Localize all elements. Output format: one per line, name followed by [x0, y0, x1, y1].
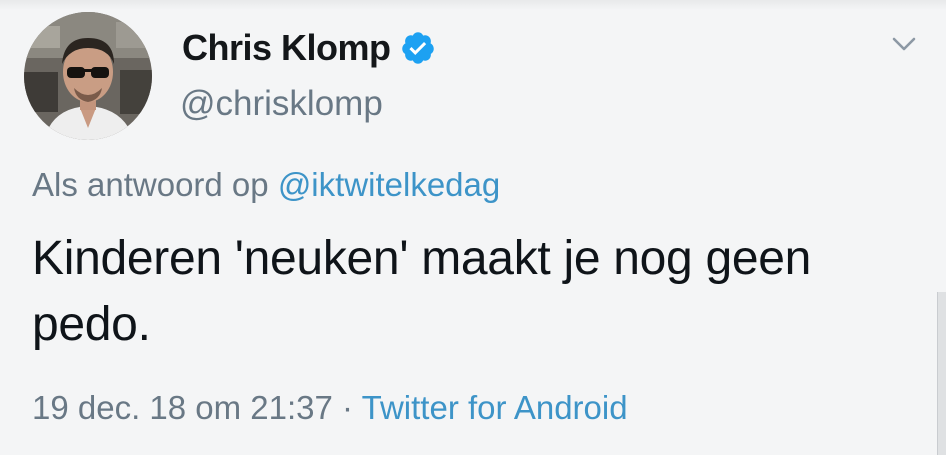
display-name[interactable]: Chris Klomp	[182, 27, 391, 69]
author-row: Chris Klomp	[182, 24, 436, 72]
tweet-card: Chris Klomp @chrisklomp Als antwoord op …	[0, 0, 946, 455]
top-divider	[0, 0, 946, 10]
tweet-timestamp[interactable]: 19 dec. 18 om 21:37	[32, 389, 333, 426]
reply-prefix: Als antwoord op	[32, 166, 278, 203]
scrollbar[interactable]	[937, 292, 946, 455]
avatar[interactable]	[24, 12, 152, 140]
meta-separator: ·	[332, 389, 362, 426]
tweet-source-link[interactable]: Twitter for Android	[362, 389, 628, 426]
author-handle[interactable]: @chrisklomp	[180, 84, 383, 124]
chevron-down-icon[interactable]	[891, 34, 917, 54]
reply-mention-link[interactable]: @iktwitelkedag	[278, 166, 500, 203]
verified-badge-icon	[400, 30, 436, 66]
tweet-text: Kinderen 'neuken' maakt je nog geen pedo…	[32, 232, 812, 351]
tweet-metadata: 19 dec. 18 om 21:37 · Twitter for Androi…	[32, 389, 628, 427]
reply-context: Als antwoord op @iktwitelkedag	[32, 166, 500, 204]
